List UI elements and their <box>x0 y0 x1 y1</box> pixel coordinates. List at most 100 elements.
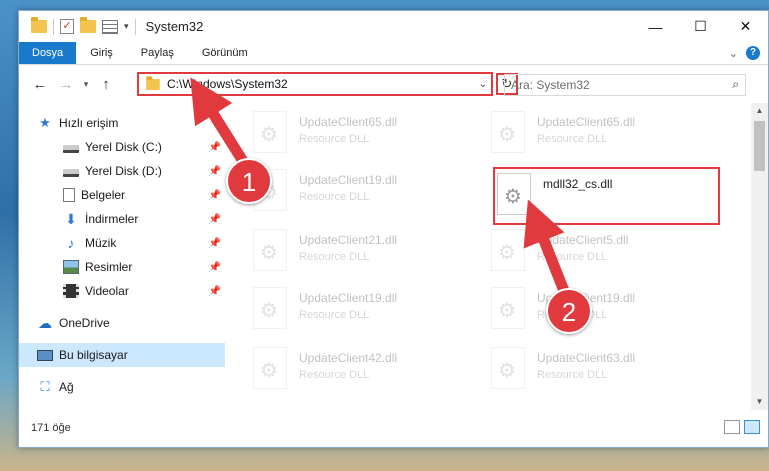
properties-check-icon[interactable]: ✓ <box>60 19 74 34</box>
navigation-pane: ★ Hızlı erişim Yerel Disk (C:) 📌 Yerel D… <box>19 103 225 410</box>
sidebar-item-onedrive[interactable]: ☁ OneDrive <box>19 311 225 335</box>
document-icon <box>63 188 75 202</box>
quick-access-toolbar: ✓ ▾ <box>19 17 136 35</box>
expand-ribbon-icon[interactable]: ⌄ <box>729 47 738 60</box>
details-view-icon[interactable] <box>724 420 740 434</box>
file-item[interactable]: UpdateClient65.dll Resource DLL <box>253 109 463 159</box>
sidebar-item-music[interactable]: ♪ Müzik 📌 <box>19 231 225 255</box>
file-item[interactable]: UpdateClient5.dll Resource DLL <box>491 227 701 277</box>
drive-icon <box>63 144 79 153</box>
large-icons-view-icon[interactable] <box>744 420 760 434</box>
sidebar-item-downloads[interactable]: ⬇ İndirmeler 📌 <box>19 207 225 231</box>
address-path[interactable]: C:\Windows\System32 <box>167 77 288 91</box>
folder-icon <box>31 17 47 33</box>
dll-file-icon <box>253 347 287 389</box>
dll-file-icon <box>491 229 525 271</box>
file-item[interactable]: UpdateClient21.dll Resource DLL <box>253 227 463 277</box>
maximize-button[interactable]: ☐ <box>678 11 723 42</box>
help-icon[interactable]: ? <box>746 46 760 60</box>
toolbar-divider <box>53 18 54 35</box>
minimize-button[interactable]: — <box>633 11 678 42</box>
main-area: ★ Hızlı erişim Yerel Disk (C:) 📌 Yerel D… <box>19 103 768 410</box>
window-controls: — ☐ ✕ <box>633 11 768 42</box>
tab-view[interactable]: Görünüm <box>188 42 262 64</box>
address-dropdown-icon[interactable]: ⌄ <box>479 79 487 90</box>
tab-home[interactable]: Giriş <box>76 42 127 64</box>
file-name: UpdateClient42.dll <box>299 351 398 365</box>
pictures-icon <box>63 260 79 274</box>
window-title: System32 <box>145 19 204 34</box>
drive-icon <box>63 168 79 177</box>
scroll-thumb[interactable] <box>754 121 765 171</box>
pin-icon: 📌 <box>208 189 221 201</box>
sidebar-item-this-pc[interactable]: Bu bilgisayar <box>19 343 225 367</box>
file-item[interactable]: UpdateClient19.dll Resource DLL <box>253 285 463 335</box>
customize-toolbar-icon[interactable]: ▾ <box>124 21 129 32</box>
sidebar-item-label: Bu bilgisayar <box>59 348 128 362</box>
file-item[interactable]: UpdateClient19.dll Resource DLL <box>253 167 463 217</box>
scroll-down-icon[interactable]: ▼ <box>751 394 768 410</box>
tab-share[interactable]: Paylaş <box>127 42 188 64</box>
pin-icon: 📌 <box>208 285 221 297</box>
back-button[interactable]: ← <box>27 76 53 93</box>
pin-icon: 📌 <box>208 165 221 177</box>
search-input[interactable]: Ara: System32 ⌕ <box>504 74 746 96</box>
dll-file-icon <box>491 347 525 389</box>
file-item[interactable]: UpdateClient19.dll Resource DLL <box>491 285 701 335</box>
file-type: Resource DLL <box>299 191 370 203</box>
file-name: UpdateClient19.dll <box>299 173 398 187</box>
sidebar-item-label: Ağ <box>59 380 74 394</box>
file-name: UpdateClient65.dll <box>537 115 636 129</box>
sidebar-item-label: Videolar <box>85 284 129 298</box>
file-name: UpdateClient65.dll <box>299 115 398 129</box>
forward-button[interactable]: → <box>53 76 79 93</box>
up-button[interactable]: ↑ <box>93 76 119 93</box>
highlight-box <box>493 167 720 225</box>
dll-file-icon <box>253 229 287 271</box>
file-type: Resource DLL <box>299 251 370 263</box>
pin-icon: 📌 <box>208 237 221 249</box>
sidebar-item-label: Yerel Disk (C:) <box>85 140 162 154</box>
recent-locations-icon[interactable]: ▾ <box>79 79 93 90</box>
file-item[interactable]: UpdateClient63.dll Resource DLL <box>491 345 701 395</box>
video-icon <box>63 284 79 298</box>
dll-file-icon <box>491 111 525 153</box>
pin-icon: 📌 <box>208 261 221 273</box>
navigation-bar: ← → ▾ ↑ C:\Windows\System32 ⌄ ↻ Ara: Sys… <box>19 65 768 103</box>
item-count: 171 öğe <box>31 422 71 434</box>
close-button[interactable]: ✕ <box>723 11 768 42</box>
file-item[interactable]: UpdateClient42.dll Resource DLL <box>253 345 463 395</box>
file-name: UpdateClient19.dll <box>299 291 398 305</box>
tab-file[interactable]: Dosya <box>19 42 77 64</box>
sidebar-item-documents[interactable]: Belgeler 📌 <box>19 183 225 207</box>
pin-icon: 📌 <box>208 141 221 153</box>
address-bar[interactable]: C:\Windows\System32 ⌄ <box>137 72 493 96</box>
sidebar-item-label: Belgeler <box>81 188 126 202</box>
sidebar-item-network[interactable]: ⛶ Ağ <box>19 375 225 399</box>
file-item[interactable]: UpdateClient65.dll Resource DLL <box>491 109 701 159</box>
file-name: UpdateClient5.dll <box>537 233 629 247</box>
dll-file-icon <box>253 111 287 153</box>
dll-file-icon <box>491 287 525 329</box>
sidebar-item-quick-access[interactable]: ★ Hızlı erişim <box>19 111 225 135</box>
file-list: UpdateClient65.dll Resource DLL UpdateCl… <box>225 103 768 410</box>
sidebar-item-label: Yerel Disk (D:) <box>85 164 162 178</box>
file-name: UpdateClient63.dll <box>537 351 636 365</box>
properties-icon[interactable] <box>102 19 118 34</box>
dll-file-icon <box>253 287 287 329</box>
download-icon: ⬇ <box>65 211 77 227</box>
star-icon: ★ <box>39 115 51 130</box>
sidebar-item-local-disk-c[interactable]: Yerel Disk (C:) 📌 <box>19 135 225 159</box>
step-badge-1: 1 <box>226 158 272 204</box>
sidebar-item-label: Resimler <box>85 260 133 274</box>
scroll-up-icon[interactable]: ▲ <box>751 103 768 119</box>
search-placeholder: Ara: System32 <box>511 78 590 92</box>
new-folder-icon[interactable] <box>80 17 96 33</box>
sidebar-item-videos[interactable]: Videolar 📌 <box>19 279 225 303</box>
file-type: Resource DLL <box>299 309 370 321</box>
sidebar-item-pictures[interactable]: Resimler 📌 <box>19 255 225 279</box>
vertical-scrollbar[interactable]: ▲ ▼ <box>751 103 768 410</box>
status-bar: 171 öğe <box>19 409 768 447</box>
sidebar-item-label: OneDrive <box>59 316 110 330</box>
sidebar-item-local-disk-d[interactable]: Yerel Disk (D:) 📌 <box>19 159 225 183</box>
